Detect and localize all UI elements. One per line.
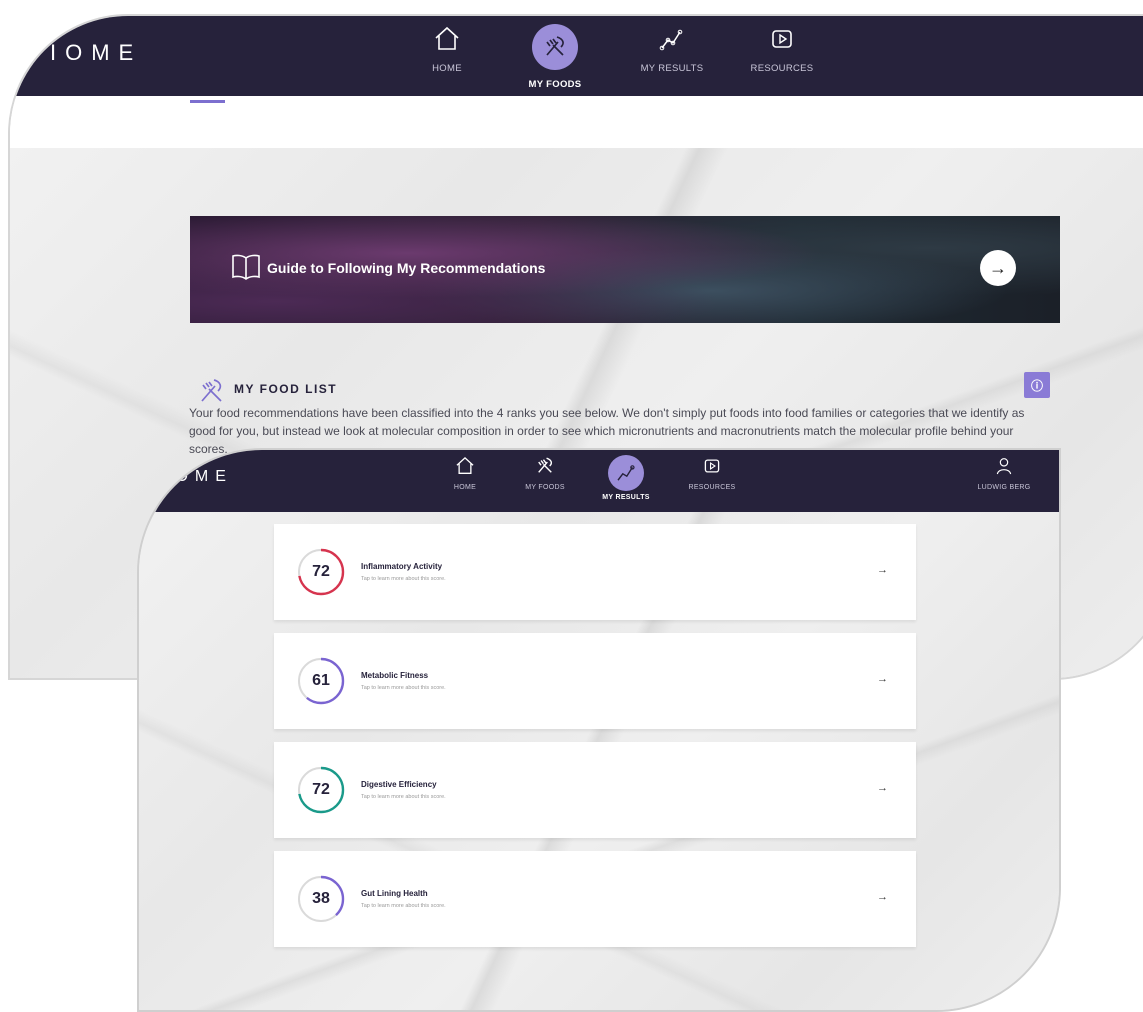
marble-background: 72 Inflammatory Activity Tap to learn more… — [139, 512, 1059, 1010]
play-icon — [704, 459, 720, 473]
score-subtitle: Tap to learn more about this score. — [361, 903, 446, 909]
score-value: 72 — [312, 781, 330, 798]
score-value: 61 — [312, 672, 330, 689]
results-chart-icon — [617, 465, 635, 481]
nav-my-foods[interactable]: MY FOODS — [505, 24, 605, 90]
book-icon — [232, 254, 260, 280]
score-value: 38 — [312, 890, 330, 907]
score-title: Gut Lining Health — [361, 889, 428, 898]
home-icon — [456, 457, 474, 474]
home-icon — [435, 26, 459, 50]
top-navigation-bar: IOME HOME MY FOODS MY RESULTS RESOURCES … — [139, 450, 1059, 512]
arrow-right-icon: → — [989, 257, 1007, 278]
score-card[interactable]: 72 Digestive Efficiency Tap to learn more … — [274, 742, 916, 838]
score-card[interactable]: 61 Metabolic Fitness Tap to learn more abo… — [274, 633, 916, 729]
score-subtitle: Tap to learn more about this score. — [361, 576, 446, 582]
score-title: Inflammatory Activity — [361, 562, 443, 571]
user-name: LUDWIG BERG — [977, 484, 1031, 491]
arrow-right-icon[interactable]: → — [877, 564, 888, 576]
results-chart-icon — [659, 29, 683, 51]
utensils-icon — [538, 457, 553, 473]
user-icon — [996, 458, 1012, 475]
nav-my-results-label: MY RESULTS — [640, 63, 704, 74]
food-list-title: MY FOOD LIST — [234, 382, 338, 396]
active-tab-underline — [190, 100, 225, 103]
guide-banner[interactable]: Guide to Following My Recommendations → — [190, 216, 1060, 323]
nav-my-results[interactable]: MY RESULTS — [622, 24, 722, 74]
nav-home-label: HOME — [432, 63, 462, 74]
app-logo[interactable]: IOME — [50, 40, 142, 66]
user-menu[interactable]: LUDWIG BERG — [954, 455, 1054, 491]
score-card[interactable]: 72 Inflammatory Activity Tap to learn more… — [274, 524, 916, 620]
nav-resources-label: RESOURCES — [688, 484, 736, 491]
info-icon: ⓘ — [1030, 378, 1043, 393]
score-subtitle: Tap to learn more about this score. — [361, 685, 446, 691]
nav-my-results[interactable]: MY RESULTS — [576, 455, 676, 501]
score-title: Digestive Efficiency — [361, 780, 437, 789]
score-subtitle: Tap to learn more about this score. — [361, 794, 446, 800]
active-indicator — [532, 24, 578, 70]
utensils-icon — [546, 36, 564, 56]
active-indicator — [608, 455, 644, 491]
score-card[interactable]: 38 Gut Lining Health Tap to learn more abo… — [274, 851, 916, 947]
nav-my-foods-label: MY FOODS — [528, 79, 582, 90]
banner-title: Guide to Following My Recommendations — [267, 260, 546, 276]
banner-arrow-button[interactable]: → — [980, 250, 1016, 286]
arrow-right-icon[interactable]: → — [877, 782, 888, 794]
sub-header — [10, 96, 1143, 148]
nav-my-results-label: MY RESULTS — [602, 494, 650, 501]
nav-home[interactable]: HOME — [397, 24, 497, 74]
nav-resources[interactable]: RESOURCES — [732, 24, 832, 74]
utensils-icon — [201, 379, 222, 402]
info-button[interactable]: ⓘ — [1024, 372, 1050, 398]
top-navigation-bar: IOME HOME MY FOODS MY RESULTS RESOURCES — [10, 16, 1143, 96]
nav-resources-label: RESOURCES — [750, 63, 814, 74]
score-title: Metabolic Fitness — [361, 671, 429, 680]
nav-resources[interactable]: RESOURCES — [662, 455, 762, 491]
front-app-window: IOME HOME MY FOODS MY RESULTS RESOURCES … — [137, 448, 1061, 1012]
arrow-right-icon[interactable]: → — [877, 891, 888, 903]
app-logo[interactable]: IOME — [164, 468, 233, 486]
score-value: 72 — [312, 563, 330, 580]
play-icon — [772, 30, 792, 48]
arrow-right-icon[interactable]: → — [877, 673, 888, 685]
